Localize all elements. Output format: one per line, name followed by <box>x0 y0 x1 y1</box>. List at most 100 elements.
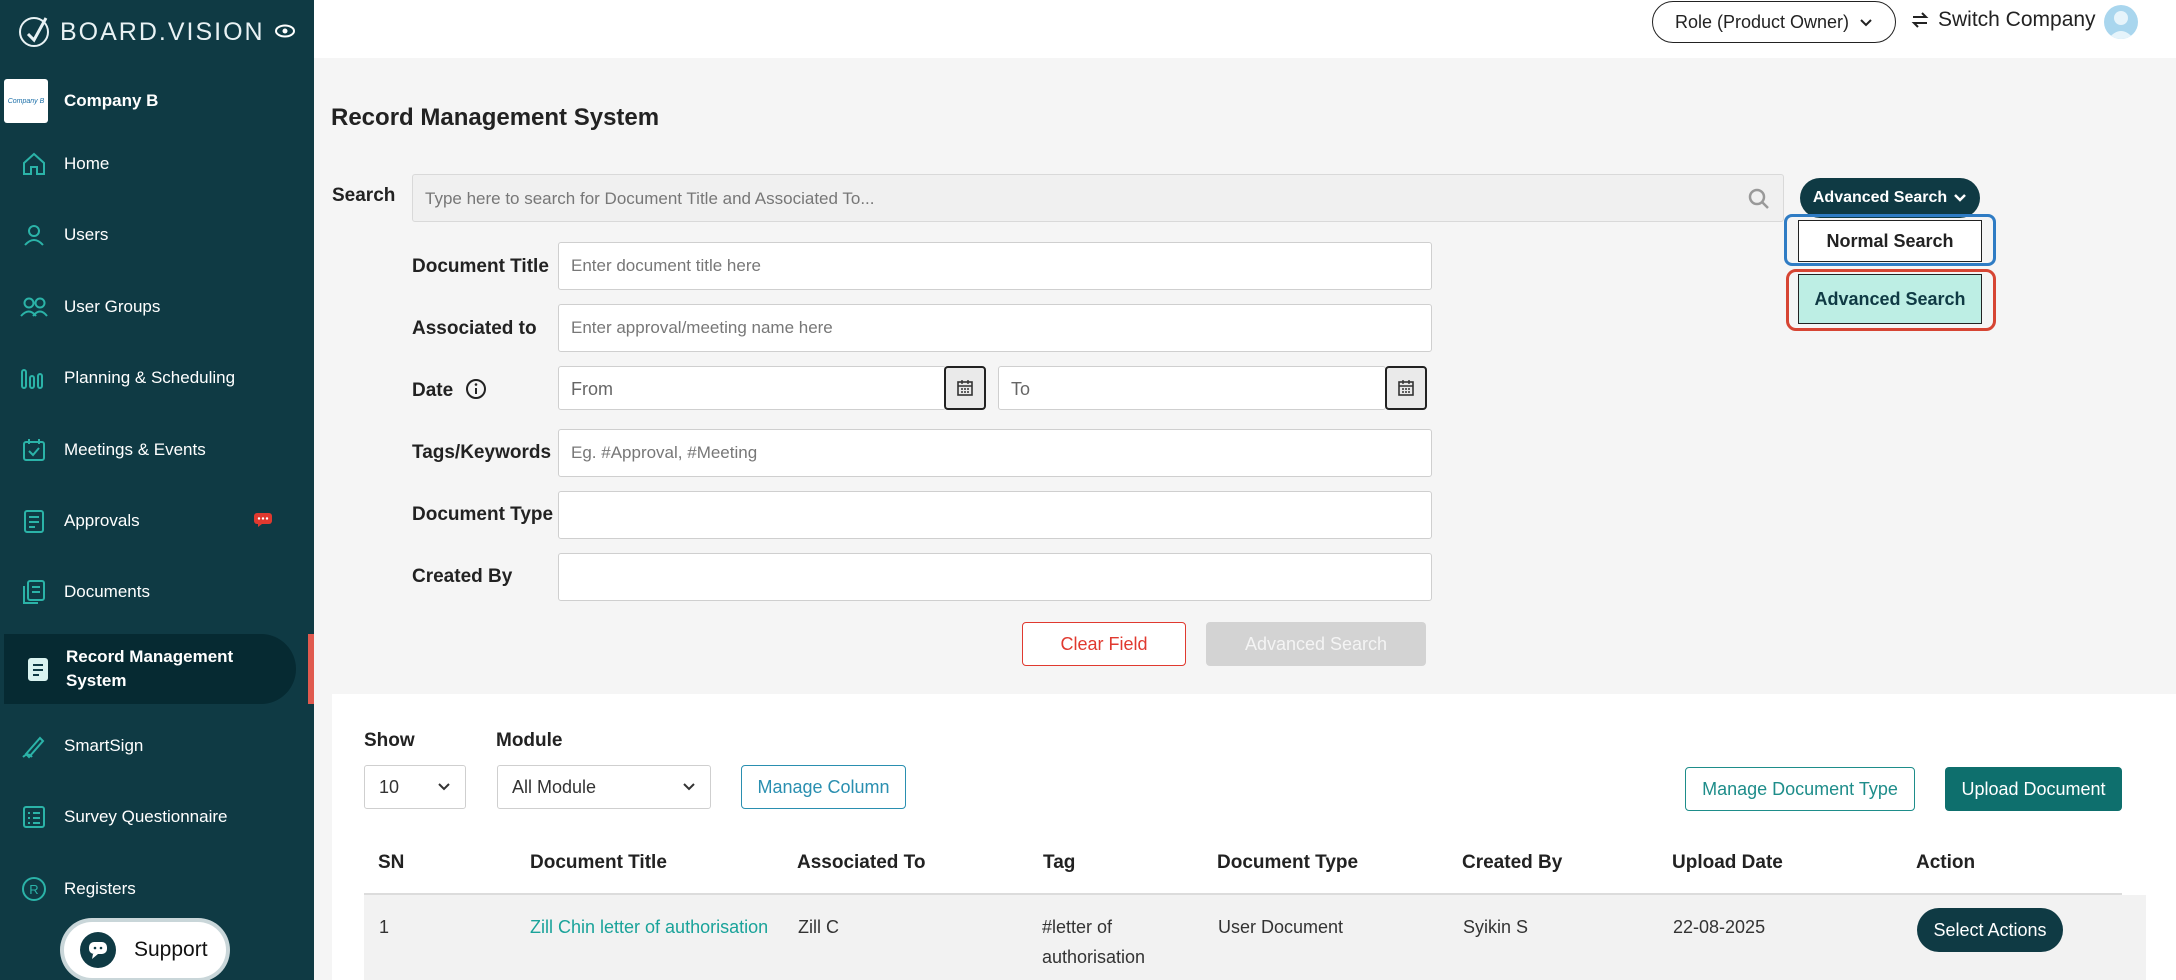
sidebar-item-label: Meetings & Events <box>64 440 206 459</box>
date-from-input[interactable] <box>559 367 943 411</box>
date-to-input[interactable] <box>999 367 1383 411</box>
calendar-icon <box>1398 380 1414 396</box>
tags-input[interactable] <box>559 430 1431 476</box>
manage-column-button[interactable]: Manage Column <box>741 765 906 809</box>
sidebar-item-label: Approvals <box>64 511 140 530</box>
date-to-calendar-button[interactable] <box>1385 366 1427 410</box>
document-type-input[interactable] <box>559 492 1431 538</box>
column-header-action: Action <box>1916 852 1976 873</box>
bar-chart-icon <box>18 362 50 394</box>
search-input[interactable] <box>413 175 1727 223</box>
sidebar-item-planning[interactable]: Planning & Scheduling <box>0 353 314 403</box>
page-title: Record Management System <box>331 104 660 131</box>
show-label: Show <box>364 730 415 751</box>
sidebar-item-label: Documents <box>64 582 150 601</box>
column-header-document-type[interactable]: Document Type <box>1217 852 1358 874</box>
sidebar-item-home[interactable]: Home <box>0 139 314 189</box>
search-field[interactable] <box>412 174 1784 223</box>
document-title-input[interactable] <box>559 243 1431 289</box>
sidebar-item-label: Home <box>64 154 110 173</box>
sidebar-item-label: Survey Questionnaire <box>64 807 228 826</box>
dropdown-option-advanced-search[interactable]: Advanced Search <box>1798 274 1982 324</box>
manage-document-type-button[interactable]: Manage Document Type <box>1685 767 1915 811</box>
eye-toggle-icon[interactable] <box>274 24 296 38</box>
document-title-field[interactable] <box>558 242 1432 290</box>
cell-tag: #letter of authorisation <box>1042 912 1145 972</box>
created-by-label: Created By <box>412 566 513 587</box>
associated-to-label: Associated to <box>412 318 537 339</box>
sidebar-item-survey[interactable]: Survey Questionnaire <box>0 792 314 842</box>
approval-doc-icon <box>18 505 50 537</box>
clear-field-button[interactable]: Clear Field <box>1022 622 1186 666</box>
column-header-sn[interactable]: SN <box>378 852 404 874</box>
brand[interactable]: BOARD.VISION <box>16 14 265 50</box>
sidebar-item-label: SmartSign <box>64 736 144 755</box>
brand-name: BOARD.VISION <box>60 17 265 46</box>
chevron-down-icon <box>1860 19 1872 27</box>
sidebar-item-registers[interactable]: R Registers <box>0 864 314 914</box>
support-chat-icon <box>80 932 116 968</box>
select-actions-button[interactable]: Select Actions <box>1917 908 2063 952</box>
advanced-search-submit-button[interactable]: Advanced Search <box>1206 622 1426 666</box>
created-by-input[interactable] <box>559 554 1431 600</box>
search-mode-dropdown[interactable]: Advanced Search <box>1800 178 1980 218</box>
active-indicator <box>308 634 314 704</box>
calendar-check-icon <box>18 434 50 466</box>
date-label: Date <box>412 380 454 401</box>
page-size-value: 10 <box>379 776 400 797</box>
sidebar-item-smartsign[interactable]: SmartSign <box>0 721 314 771</box>
associated-to-input[interactable] <box>559 305 1431 351</box>
cell-associated-to: Zill C <box>798 917 839 937</box>
chevron-down-icon <box>683 783 695 791</box>
cell-created-by: Syikin S <box>1463 917 1529 937</box>
cell-document-title-link[interactable]: Zill Chin letter of authorisation <box>530 912 768 942</box>
info-icon[interactable] <box>465 378 487 400</box>
cell-sn: 1 <box>379 917 390 937</box>
user-group-icon <box>18 291 50 323</box>
column-header-upload-date[interactable]: Upload Date <box>1672 852 1783 874</box>
switch-arrows-icon <box>1911 12 1929 28</box>
sidebar-item-record-management[interactable]: Record Management System <box>4 634 296 704</box>
company-logo: Company B <box>4 79 48 123</box>
cell-document-type: User Document <box>1218 917 1344 937</box>
support-button[interactable]: Support <box>64 922 226 978</box>
sidebar-item-label: Registers <box>64 879 136 898</box>
dropdown-option-normal-search[interactable]: Normal Search <box>1798 220 1982 262</box>
search-mode-label: Advanced Search <box>1812 189 1948 206</box>
avatar[interactable] <box>2104 5 2138 39</box>
sidebar-item-users[interactable]: Users <box>0 210 314 260</box>
date-from-field[interactable] <box>558 366 946 411</box>
sidebar-item-label: Planning & Scheduling <box>64 368 236 387</box>
associated-to-field[interactable] <box>558 304 1432 352</box>
role-dropdown[interactable]: Role (Product Owner) <box>1652 1 1896 43</box>
switch-company-button[interactable]: Switch Company <box>1910 8 2096 32</box>
column-header-document-title[interactable]: Document Title <box>530 852 667 874</box>
page-size-select[interactable]: 10 <box>364 765 466 809</box>
module-label: Module <box>496 730 563 751</box>
company-selector[interactable]: Company B Company B <box>4 78 304 124</box>
brand-logo-icon <box>19 17 49 47</box>
top-bar <box>314 0 2176 58</box>
sidebar-item-label: Users <box>64 225 109 244</box>
chat-notification-icon <box>254 513 272 527</box>
record-doc-icon <box>22 653 54 685</box>
switch-company-label: Switch Company <box>1938 8 2096 31</box>
document-type-field[interactable] <box>558 491 1432 539</box>
column-header-created-by[interactable]: Created By <box>1462 852 1562 874</box>
tags-field[interactable] <box>558 429 1432 477</box>
company-name: Company B <box>64 91 159 110</box>
column-header-tag[interactable]: Tag <box>1043 852 1075 874</box>
sidebar-item-meetings[interactable]: Meetings & Events <box>0 425 314 475</box>
module-value: All Module <box>512 776 597 797</box>
sidebar-item-user-groups[interactable]: User Groups <box>0 282 314 332</box>
search-icon[interactable] <box>1747 187 1771 211</box>
module-select[interactable]: All Module <box>497 765 711 809</box>
registered-icon: R <box>18 873 50 905</box>
tags-label: Tags/Keywords <box>412 442 552 463</box>
date-from-calendar-button[interactable] <box>944 366 986 410</box>
column-header-associated-to[interactable]: Associated To <box>797 852 925 874</box>
sidebar-item-documents[interactable]: Documents <box>0 567 314 617</box>
created-by-field[interactable] <box>558 553 1432 601</box>
date-to-field[interactable] <box>998 366 1386 411</box>
upload-document-button[interactable]: Upload Document <box>1945 767 2122 811</box>
